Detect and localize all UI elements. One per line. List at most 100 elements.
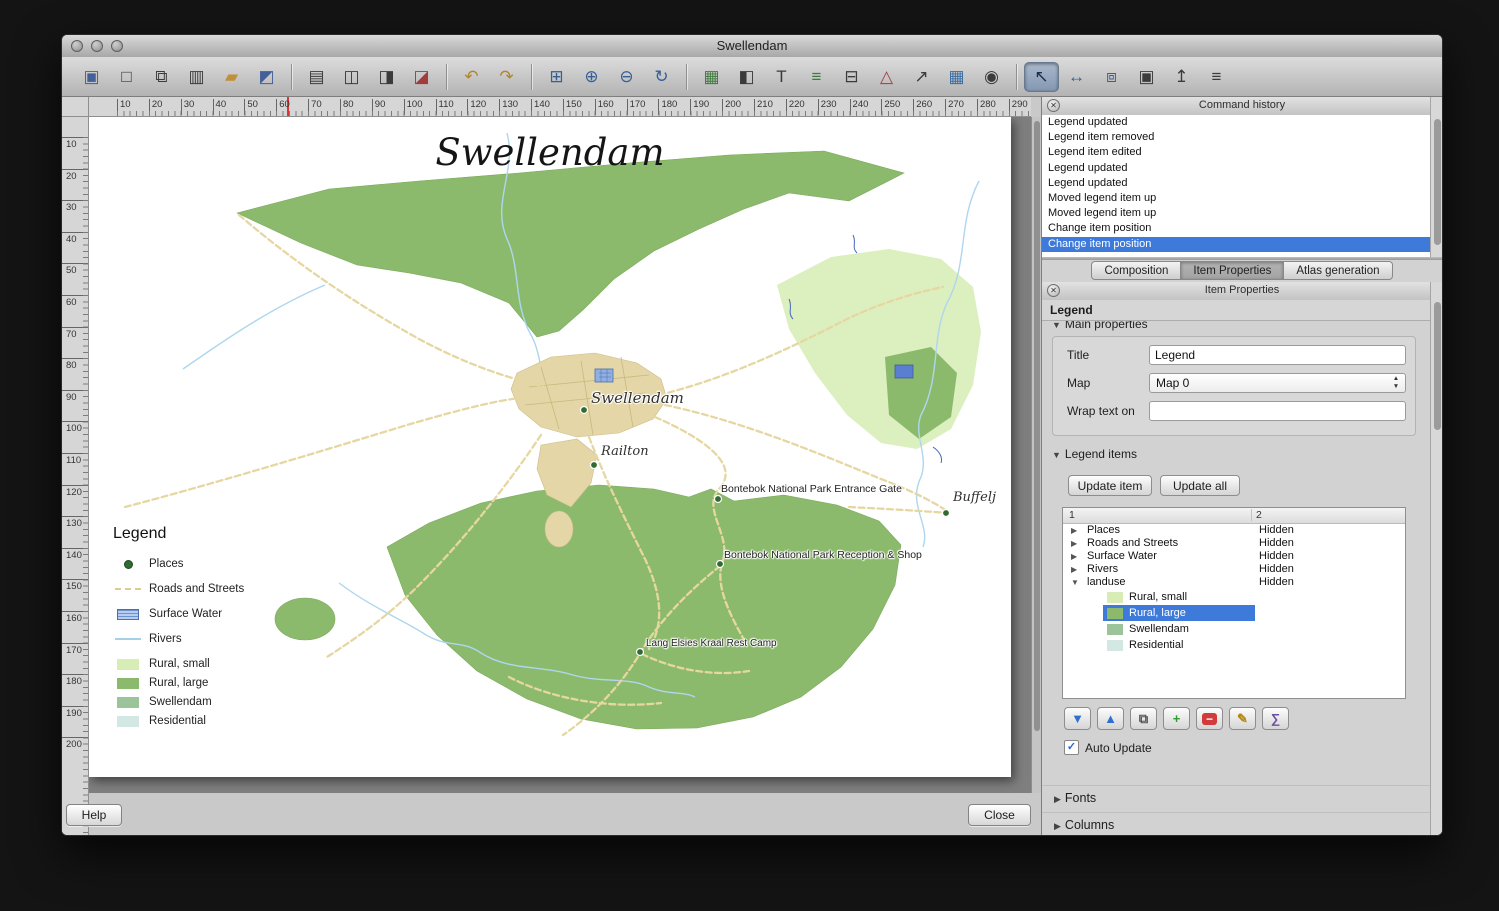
expand-icon[interactable]: ▶ <box>1071 524 1083 537</box>
title-input[interactable] <box>1149 345 1406 365</box>
command-history-item[interactable]: Moved legend item up <box>1042 206 1430 221</box>
lock-items-icon[interactable]: ▣ <box>1129 62 1164 92</box>
help-button[interactable]: Help <box>66 804 122 826</box>
command-history-item[interactable]: Legend item edited <box>1042 145 1430 160</box>
legend-tree-row[interactable]: ▼landuseHidden <box>1063 576 1405 589</box>
zoom-full-icon[interactable]: ⊞ <box>539 62 574 92</box>
columns-section[interactable]: ▶Columns <box>1042 812 1430 835</box>
align-items-icon[interactable]: ≡ <box>1199 62 1234 92</box>
close-panel-icon[interactable]: ✕ <box>1047 284 1060 297</box>
duplicate-composition-icon[interactable]: ⧉ <box>144 62 179 92</box>
export-svg-icon[interactable]: ◨ <box>369 62 404 92</box>
auto-update-checkbox[interactable]: ✓ <box>1064 740 1079 755</box>
export-pdf-icon[interactable]: ◪ <box>404 62 439 92</box>
add-label-icon[interactable]: T <box>764 62 799 92</box>
legend-tree-row[interactable]: ▶Roads and StreetsHidden <box>1063 537 1405 550</box>
add-legend-icon[interactable]: ≡ <box>799 62 834 92</box>
group-items-icon[interactable]: ⧈ <box>1094 62 1129 92</box>
select-move-item-icon[interactable]: ↖ <box>1024 62 1059 92</box>
composition-page[interactable]: Swellendam Swellendam Railton Bontebok N… <box>89 117 1011 777</box>
add-html-icon[interactable]: ◉ <box>974 62 1009 92</box>
section-label: Legend items <box>1065 447 1137 461</box>
composer-window: Swellendam ▣□⧉▥▰◩▤◫◨◪↶↷⊞⊕⊖↻▦◧T≡⊟△↗▦◉↖↔⧈▣… <box>61 34 1443 836</box>
minimize-window-button[interactable] <box>91 40 103 52</box>
wrap-text-input[interactable] <box>1149 401 1406 421</box>
tab-atlas-generation[interactable]: Atlas generation <box>1284 261 1392 280</box>
save-as-template-icon[interactable]: ◩ <box>249 62 284 92</box>
tab-composition[interactable]: Composition <box>1091 261 1181 280</box>
add-map-icon[interactable]: ▦ <box>694 62 729 92</box>
scrollbar-thumb[interactable] <box>1034 121 1040 731</box>
legend-tree-row[interactable]: Rural, small <box>1063 589 1405 605</box>
panel-splitter[interactable] <box>1042 257 1442 260</box>
sum-button[interactable]: ∑ <box>1262 707 1289 730</box>
map-legend-item[interactable]: Legend PlacesRoads and StreetsSurface Wa… <box>113 525 293 745</box>
legend-tree-row[interactable]: Rural, large <box>1063 605 1405 621</box>
command-history-item[interactable]: Change item position <box>1042 221 1430 236</box>
add-arrow-icon[interactable]: ↗ <box>904 62 939 92</box>
legend-tree-row[interactable]: ▶RiversHidden <box>1063 563 1405 576</box>
legend-tree-row[interactable]: Residential <box>1063 637 1405 653</box>
close-window-button[interactable] <box>71 40 83 52</box>
save-icon[interactable]: ▣ <box>74 62 109 92</box>
panel-scrollbar[interactable] <box>1430 282 1442 835</box>
command-history-item[interactable]: Change item position <box>1042 237 1430 252</box>
fonts-section[interactable]: ▶Fonts <box>1042 785 1430 809</box>
move-item-content-icon[interactable]: ↔ <box>1059 62 1094 92</box>
expand-icon[interactable]: ▶ <box>1071 550 1083 563</box>
add-scalebar-icon[interactable]: ⊟ <box>834 62 869 92</box>
map-select[interactable]: Map 0 ▲▼ <box>1149 373 1406 393</box>
open-folder-icon[interactable]: ▰ <box>214 62 249 92</box>
zoom-out-icon[interactable]: ⊖ <box>609 62 644 92</box>
tab-item-properties[interactable]: Item Properties <box>1181 261 1284 280</box>
command-history-item[interactable]: Legend updated <box>1042 161 1430 176</box>
undo-icon[interactable]: ↶ <box>454 62 489 92</box>
composition-canvas[interactable]: Swellendam Swellendam Railton Bontebok N… <box>89 117 1031 793</box>
composer-manager-icon[interactable]: ▥ <box>179 62 214 92</box>
expand-icon[interactable]: ▶ <box>1071 563 1083 576</box>
legend-tree-row[interactable]: Swellendam <box>1063 621 1405 637</box>
add-image-icon[interactable]: ◧ <box>729 62 764 92</box>
map-legend-label: Residential <box>149 715 206 727</box>
main-properties-section[interactable]: ▼Main properties <box>1052 321 1352 333</box>
command-history-item[interactable]: Legend updated <box>1042 115 1430 130</box>
legend-tree-row[interactable]: ▶PlacesHidden <box>1063 524 1405 537</box>
stepper-icon[interactable]: ▲▼ <box>1388 375 1404 391</box>
raise-items-icon[interactable]: ↥ <box>1164 62 1199 92</box>
ruler-tick: 280 <box>977 99 996 115</box>
add-item-button[interactable]: + <box>1163 707 1190 730</box>
collapse-icon[interactable]: ▼ <box>1071 576 1083 589</box>
redo-icon[interactable]: ↷ <box>489 62 524 92</box>
update-item-button[interactable]: Update item <box>1068 475 1152 496</box>
new-composition-icon[interactable]: □ <box>109 62 144 92</box>
close-button[interactable]: Close <box>968 804 1031 826</box>
command-history-scrollbar[interactable] <box>1430 97 1442 257</box>
legend-tree-row[interactable]: ▶Surface WaterHidden <box>1063 550 1405 563</box>
edit-item-button[interactable]: ✎ <box>1229 707 1256 730</box>
zoom-window-button[interactable] <box>111 40 123 52</box>
command-history-item[interactable]: Legend item removed <box>1042 130 1430 145</box>
export-image-icon[interactable]: ◫ <box>334 62 369 92</box>
zoom-in-icon[interactable]: ⊕ <box>574 62 609 92</box>
titlebar[interactable]: Swellendam <box>62 35 1442 58</box>
command-history-item[interactable]: Moved legend item up <box>1042 191 1430 206</box>
canvas-vertical-scrollbar[interactable] <box>1031 117 1041 793</box>
point-symbol <box>113 560 143 569</box>
scrollbar-thumb[interactable] <box>1434 119 1441 245</box>
move-item-down-button[interactable]: ▼ <box>1064 707 1091 730</box>
refresh-icon[interactable]: ↻ <box>644 62 679 92</box>
paste-item-button[interactable]: ⧉ <box>1130 707 1157 730</box>
add-attribute-table-icon[interactable]: ▦ <box>939 62 974 92</box>
square-symbol <box>113 659 143 670</box>
move-item-up-button[interactable]: ▲ <box>1097 707 1124 730</box>
ruler-tick: 130 <box>62 516 88 529</box>
remove-item-button[interactable]: − <box>1196 707 1223 730</box>
print-icon[interactable]: ▤ <box>299 62 334 92</box>
expand-icon[interactable]: ▶ <box>1071 537 1083 550</box>
add-shape-icon[interactable]: △ <box>869 62 904 92</box>
scrollbar-thumb[interactable] <box>1434 302 1441 430</box>
close-panel-icon[interactable]: ✕ <box>1047 99 1060 112</box>
legend-items-section[interactable]: ▼Legend items <box>1052 447 1137 461</box>
command-history-item[interactable]: Legend updated <box>1042 176 1430 191</box>
update-all-button[interactable]: Update all <box>1160 475 1240 496</box>
